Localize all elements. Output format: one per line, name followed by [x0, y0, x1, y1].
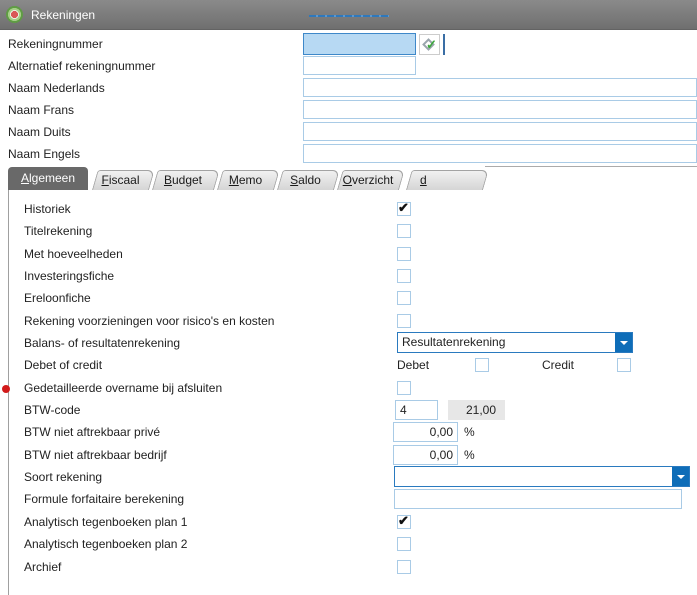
soort-rekening-row: Soort rekening [0, 466, 697, 488]
tab-algemeen[interactable]: Algemeen [8, 167, 88, 190]
naam-frans-label: Naam Frans [8, 99, 74, 121]
alternatief-rekeningnummer-input[interactable] [303, 56, 416, 75]
balans-resultaten-dropdown[interactable]: Resultatenrekening [397, 332, 633, 353]
voorzieningen-checkbox[interactable] [397, 314, 411, 328]
historiek-row: Historiek ✔ [0, 198, 697, 220]
naam-engels-label: Naam Engels [8, 143, 80, 165]
rekeningnummer-label: Rekeningnummer [8, 33, 103, 55]
met-hoeveelheden-row: Met hoeveelheden [0, 243, 697, 265]
historiek-label: Historiek [24, 198, 71, 220]
historiek-checkbox[interactable]: ✔ [397, 202, 411, 216]
tab-memo[interactable]: Memo [217, 170, 274, 190]
credit-label: Credit [542, 354, 574, 376]
chevron-down-icon [677, 475, 685, 479]
ereloonfiche-label: Ereloonfiche [24, 287, 91, 309]
btw-prive-row: BTW niet aftrekbaar privé % [0, 421, 697, 443]
balans-resultaten-row: Balans- of resultatenrekening Resultaten… [0, 332, 697, 354]
naam-duits-label: Naam Duits [8, 121, 71, 143]
investeringsfiche-row: Investeringsfiche [0, 265, 697, 287]
soort-rekening-label: Soort rekening [24, 466, 102, 488]
gedetailleerde-overname-row: Gedetailleerde overname bij afsluiten [0, 377, 697, 399]
naam-engels-row: Naam Engels [0, 143, 697, 165]
algemeen-tab-panel: Historiek ✔ Titelrekening Met hoeveelhed… [0, 190, 697, 578]
analytisch-plan1-row: Analytisch tegenboeken plan 1 ✔ [0, 511, 697, 533]
balans-resultaten-value: Resultatenrekening [402, 333, 505, 352]
green-check-icon: ✓ [426, 36, 437, 53]
formule-label: Formule forfaitaire berekening [24, 488, 184, 510]
naam-nederlands-label: Naam Nederlands [8, 77, 105, 99]
investeringsfiche-checkbox[interactable] [397, 269, 411, 283]
percent-sign: % [464, 444, 475, 466]
investeringsfiche-label: Investeringsfiche [24, 265, 114, 287]
alternatief-rekeningnummer-label: Alternatief rekeningnummer [8, 55, 155, 77]
dropdown-button[interactable] [672, 467, 689, 486]
archief-checkbox[interactable] [397, 560, 411, 574]
chevron-down-icon [620, 341, 628, 345]
analytisch-plan2-label: Analytisch tegenboeken plan 2 [24, 533, 187, 555]
rekeningnummer-input[interactable] [303, 33, 416, 55]
btw-prive-input[interactable] [393, 422, 458, 442]
btw-rate-readonly: 21,00 [448, 400, 505, 420]
tabstrip-right-line [485, 166, 697, 167]
balans-resultaten-label: Balans- of resultatenrekening [24, 332, 180, 354]
tab-budget[interactable]: Budget [152, 170, 214, 190]
app-icon [6, 6, 23, 23]
text-cursor [443, 34, 445, 55]
dropdown-button[interactable] [615, 333, 632, 352]
credit-checkbox[interactable] [617, 358, 631, 372]
gedetailleerde-overname-label: Gedetailleerde overname bij afsluiten [24, 377, 222, 399]
window-title: Rekeningen [31, 8, 95, 22]
titelrekening-label: Titelrekening [24, 220, 92, 242]
naam-engels-input[interactable] [303, 144, 697, 163]
tab-strip: Algemeen Fiscaal Budget Memo Saldo Overz… [0, 167, 697, 190]
btw-bedrijf-label: BTW niet aftrekbaar bedrijf [24, 444, 167, 466]
voorzieningen-label: Rekening voorzieningen voor risico's en … [24, 310, 274, 332]
naam-frans-input[interactable] [303, 100, 697, 119]
validate-icon[interactable]: ✓ [419, 34, 440, 55]
archief-row: Archief [0, 556, 697, 578]
btw-bedrijf-row: BTW niet aftrekbaar bedrijf % [0, 444, 697, 466]
naam-nederlands-row: Naam Nederlands [0, 77, 697, 99]
gedetailleerde-overname-checkbox[interactable] [397, 381, 411, 395]
analytisch-plan2-row: Analytisch tegenboeken plan 2 [0, 533, 697, 555]
percent-sign: % [464, 421, 475, 443]
formule-row: Formule forfaitaire berekening [0, 488, 697, 510]
titelrekening-row: Titelrekening [0, 220, 697, 242]
btw-code-input[interactable] [395, 400, 438, 420]
naam-duits-row: Naam Duits [0, 121, 697, 143]
tab-saldo[interactable]: Saldo [277, 170, 334, 190]
naam-frans-row: Naam Frans [0, 99, 697, 121]
titelrekening-checkbox[interactable] [397, 224, 411, 238]
debet-label: Debet [397, 354, 429, 376]
soort-rekening-dropdown[interactable] [394, 466, 690, 487]
met-hoeveelheden-checkbox[interactable] [397, 247, 411, 261]
analytisch-plan1-label: Analytisch tegenboeken plan 1 [24, 511, 187, 533]
tab-overzicht[interactable]: Overzicht [337, 170, 399, 190]
tab-d[interactable]: d [406, 170, 483, 190]
voorzieningen-row: Rekening voorzieningen voor risico's en … [0, 310, 697, 332]
btw-prive-label: BTW niet aftrekbaar privé [24, 421, 160, 443]
archief-label: Archief [24, 556, 61, 578]
ereloonfiche-row: Ereloonfiche [0, 287, 697, 309]
ereloonfiche-checkbox[interactable] [397, 291, 411, 305]
tab-fiscaal[interactable]: Fiscaal [92, 170, 149, 190]
naam-duits-input[interactable] [303, 122, 697, 141]
debet-credit-row: Debet of credit Debet Credit [0, 354, 697, 376]
debet-checkbox[interactable] [475, 358, 489, 372]
rekeningnummer-row: Rekeningnummer ✓ [0, 33, 697, 55]
btw-bedrijf-input[interactable] [393, 445, 458, 465]
btw-code-row: BTW-code 21,00 [0, 399, 697, 421]
analytisch-plan2-checkbox[interactable] [397, 537, 411, 551]
analytisch-plan1-checkbox[interactable]: ✔ [397, 515, 411, 529]
alternatief-rekeningnummer-row: Alternatief rekeningnummer [0, 55, 697, 77]
btw-code-label: BTW-code [24, 399, 80, 421]
naam-nederlands-input[interactable] [303, 78, 697, 97]
debet-credit-label: Debet of credit [24, 354, 102, 376]
formule-input[interactable] [394, 489, 682, 509]
met-hoeveelheden-label: Met hoeveelheden [24, 243, 123, 265]
